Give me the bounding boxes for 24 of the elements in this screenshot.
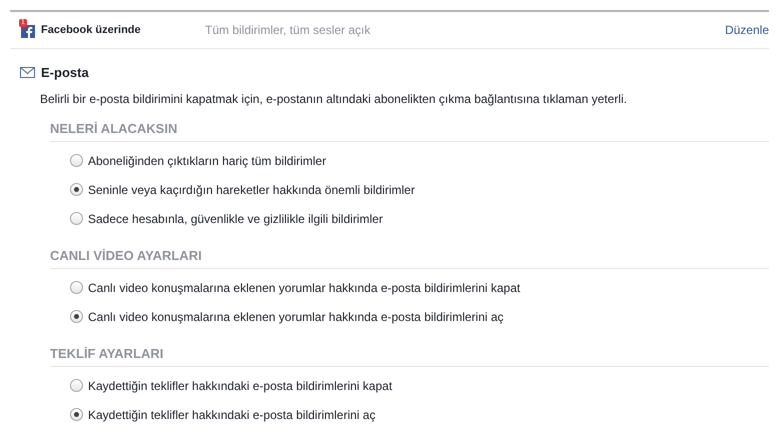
radio-button[interactable] [70, 310, 83, 323]
envelope-icon [20, 67, 35, 78]
radio-button[interactable] [70, 212, 83, 225]
radio-button[interactable] [70, 154, 83, 167]
option-label: Aboneliğinden çıktıkların hariç tüm bildirimler [88, 154, 326, 168]
section-heading: TEKLİF AYARLARI [50, 346, 769, 367]
option-label: Kaydettiğin teklifler hakkındaki e-posta bildirimlerini kapat [88, 378, 392, 392]
section-title: E-posta [41, 65, 89, 80]
radio-button[interactable] [70, 408, 83, 421]
radio-button[interactable] [70, 281, 83, 294]
row-summary: Tüm bildirimler, tüm sesler açık [205, 23, 372, 37]
section-heading: CANLI VİDEO AYARLARI [50, 248, 769, 269]
facebook-icon [20, 22, 36, 38]
option-label: Canlı video konuşmalarına eklenen yorumlar hakkında e-posta bildirimlerini kapat [88, 280, 520, 294]
section-heading: NELERİ ALACAKSIN [50, 121, 769, 142]
edit-link[interactable]: Düzenle [724, 23, 769, 37]
row-title: Facebook üzerinde [41, 24, 142, 36]
option-label: Canlı video konuşmalarına eklenen yorumlar hakkında e-posta bildirimlerini aç [88, 310, 504, 324]
description-text: Belirli bir e-posta bildirimini kapatmak için, e-postanın altındaki abonelikten çıkma bağlantısına tıklaman yeterli. [40, 92, 628, 106]
radio-button[interactable] [70, 183, 83, 196]
option-label: Kaydettiğin teklifler hakkındaki e-posta bildirimlerini aç [88, 408, 376, 422]
radio-button[interactable] [70, 379, 83, 392]
option-label: Seninle veya kaçırdığın hareketler hakkında önemli bildirimler [88, 182, 415, 196]
option-label: Sadece hesabınla, güvenlikle ve gizlilikle ilgili bildirimler [88, 212, 383, 226]
